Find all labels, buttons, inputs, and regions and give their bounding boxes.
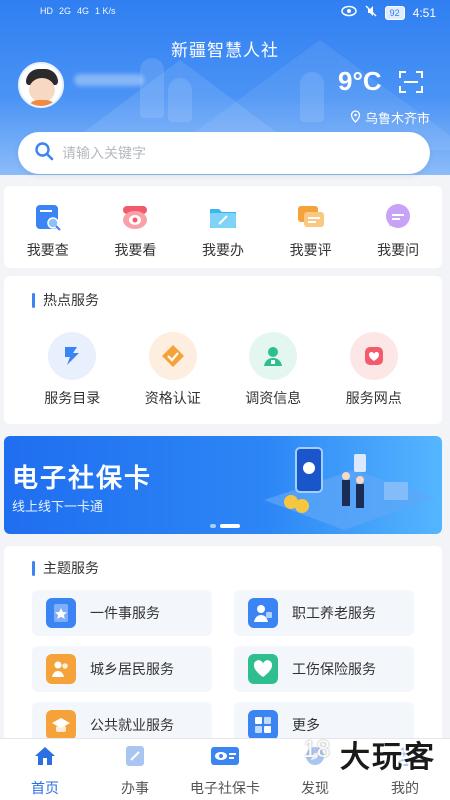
quick-action-label: 我要办 bbox=[201, 242, 244, 258]
avatar[interactable] bbox=[18, 62, 64, 108]
city-name: 乌鲁木齐市 bbox=[364, 111, 430, 126]
tab-tasks[interactable]: 办事 bbox=[90, 739, 180, 800]
eye-comfort-icon bbox=[340, 5, 357, 20]
location-heart-icon bbox=[349, 332, 398, 380]
salary-icon bbox=[249, 332, 298, 380]
hot-service-label: 调资信息 bbox=[245, 390, 302, 406]
network-4g: 4G bbox=[77, 6, 90, 16]
quick-action-query[interactable]: 我要查 bbox=[8, 202, 88, 260]
hot-service-label: 服务目录 bbox=[44, 390, 101, 406]
location-pin-icon bbox=[350, 109, 361, 126]
quick-action-handle[interactable]: 我要办 bbox=[183, 202, 263, 260]
grid-icon bbox=[248, 710, 278, 740]
carousel-indicator bbox=[210, 524, 240, 528]
tab-label: 发现 bbox=[301, 780, 329, 796]
hot-service-certification[interactable]: 资格认证 bbox=[128, 332, 218, 408]
quick-action-label: 我要评 bbox=[289, 242, 332, 258]
banner-subtitle: 线上线下一卡通 bbox=[12, 499, 104, 514]
search-input[interactable] bbox=[62, 145, 382, 161]
theme-service-injury[interactable]: 工伤保险服务 bbox=[234, 646, 414, 692]
scan-icon[interactable] bbox=[398, 70, 424, 94]
banner-title: 电子社保卡 bbox=[12, 463, 153, 493]
quick-action-label: 我要问 bbox=[377, 242, 420, 258]
theme-service-one-thing[interactable]: 一件事服务 bbox=[32, 590, 212, 636]
hot-service-label: 服务网点 bbox=[345, 390, 402, 406]
tab-home[interactable]: 首页 bbox=[0, 739, 90, 800]
section-title: 主题服务 bbox=[32, 558, 99, 578]
task-icon bbox=[123, 745, 147, 772]
certify-icon bbox=[148, 332, 197, 380]
quick-action-label: 我要看 bbox=[114, 242, 157, 258]
clock: 4:51 bbox=[412, 5, 436, 20]
chat-icon bbox=[383, 202, 413, 232]
search-doc-icon bbox=[33, 202, 63, 232]
section-title: 热点服务 bbox=[32, 290, 99, 310]
tab-label: 办事 bbox=[121, 780, 149, 796]
tab-label: 我的 bbox=[391, 780, 419, 796]
home-icon bbox=[33, 745, 57, 772]
theme-service-label: 城乡居民服务 bbox=[90, 661, 174, 677]
catalog-icon bbox=[48, 332, 97, 380]
user-name-redacted bbox=[74, 74, 144, 86]
carousel-dot-active[interactable] bbox=[220, 524, 240, 528]
theme-service-label: 更多 bbox=[292, 717, 320, 733]
tab-label: 电子社保卡 bbox=[190, 780, 260, 796]
eye-icon bbox=[120, 202, 150, 232]
tab-ecard[interactable]: 电子社保卡 bbox=[180, 739, 270, 800]
hot-service-outlets[interactable]: 服务网点 bbox=[329, 332, 419, 408]
card-icon bbox=[210, 745, 240, 772]
star-badge-icon bbox=[46, 598, 76, 628]
network-2g: 2G bbox=[59, 6, 72, 16]
hot-service-salary[interactable]: 调资信息 bbox=[228, 332, 318, 408]
comment-icon bbox=[296, 202, 326, 232]
worker-icon bbox=[248, 598, 278, 628]
status-bar: HD 2G 4G 1 K/s 92 4:51 bbox=[0, 0, 450, 26]
quick-actions: 我要查 我要看 我要办 我要评 我要问 bbox=[4, 186, 442, 268]
carousel-dot[interactable] bbox=[210, 524, 216, 528]
network-hd: HD bbox=[40, 6, 53, 16]
hot-services-section: 热点服务 服务目录 资格认证 调资信息 服务网点 bbox=[4, 276, 442, 424]
theme-service-pension[interactable]: 职工养老服务 bbox=[234, 590, 414, 636]
quick-action-view[interactable]: 我要看 bbox=[95, 202, 175, 260]
ecard-banner[interactable]: 电子社保卡 线上线下一卡通 bbox=[4, 436, 442, 534]
tree-decoration bbox=[168, 78, 192, 122]
theme-service-label: 公共就业服务 bbox=[90, 717, 174, 733]
theme-service-label: 一件事服务 bbox=[90, 605, 160, 621]
quick-action-ask[interactable]: 我要问 bbox=[358, 202, 438, 260]
watermark-logo: 大玩客 bbox=[340, 741, 436, 774]
app-title: 新疆智慧人社 bbox=[171, 41, 279, 60]
quick-action-evaluate[interactable]: 我要评 bbox=[271, 202, 351, 260]
mute-icon bbox=[365, 5, 377, 20]
tab-label: 首页 bbox=[31, 780, 59, 796]
theme-services-section: 主题服务 一件事服务 职工养老服务 城乡居民服务 工伤保险服务 公共就业服务 更… bbox=[4, 546, 442, 748]
weather-temperature: 9°C bbox=[338, 66, 382, 96]
theme-service-label: 职工养老服务 bbox=[292, 605, 376, 621]
network-speed: 1 K/s bbox=[95, 6, 116, 16]
theme-service-label: 工伤保险服务 bbox=[292, 661, 376, 677]
battery-indicator: 92 bbox=[384, 5, 405, 20]
quick-action-label: 我要查 bbox=[26, 242, 69, 258]
watermark-site: 18 bbox=[303, 736, 330, 763]
people-icon bbox=[46, 654, 76, 684]
banner-illustration bbox=[264, 447, 434, 530]
search-icon bbox=[34, 141, 54, 166]
search-bar[interactable] bbox=[18, 132, 430, 174]
tree-decoration bbox=[300, 72, 324, 122]
hot-service-catalog[interactable]: 服务目录 bbox=[27, 332, 117, 408]
heart-icon bbox=[248, 654, 278, 684]
location-city[interactable]: 乌鲁木齐市 bbox=[350, 108, 430, 127]
folder-pen-icon bbox=[208, 202, 238, 232]
theme-service-residents[interactable]: 城乡居民服务 bbox=[32, 646, 212, 692]
graduation-icon bbox=[46, 710, 76, 740]
hot-service-label: 资格认证 bbox=[144, 390, 201, 406]
tree-decoration bbox=[140, 58, 164, 118]
